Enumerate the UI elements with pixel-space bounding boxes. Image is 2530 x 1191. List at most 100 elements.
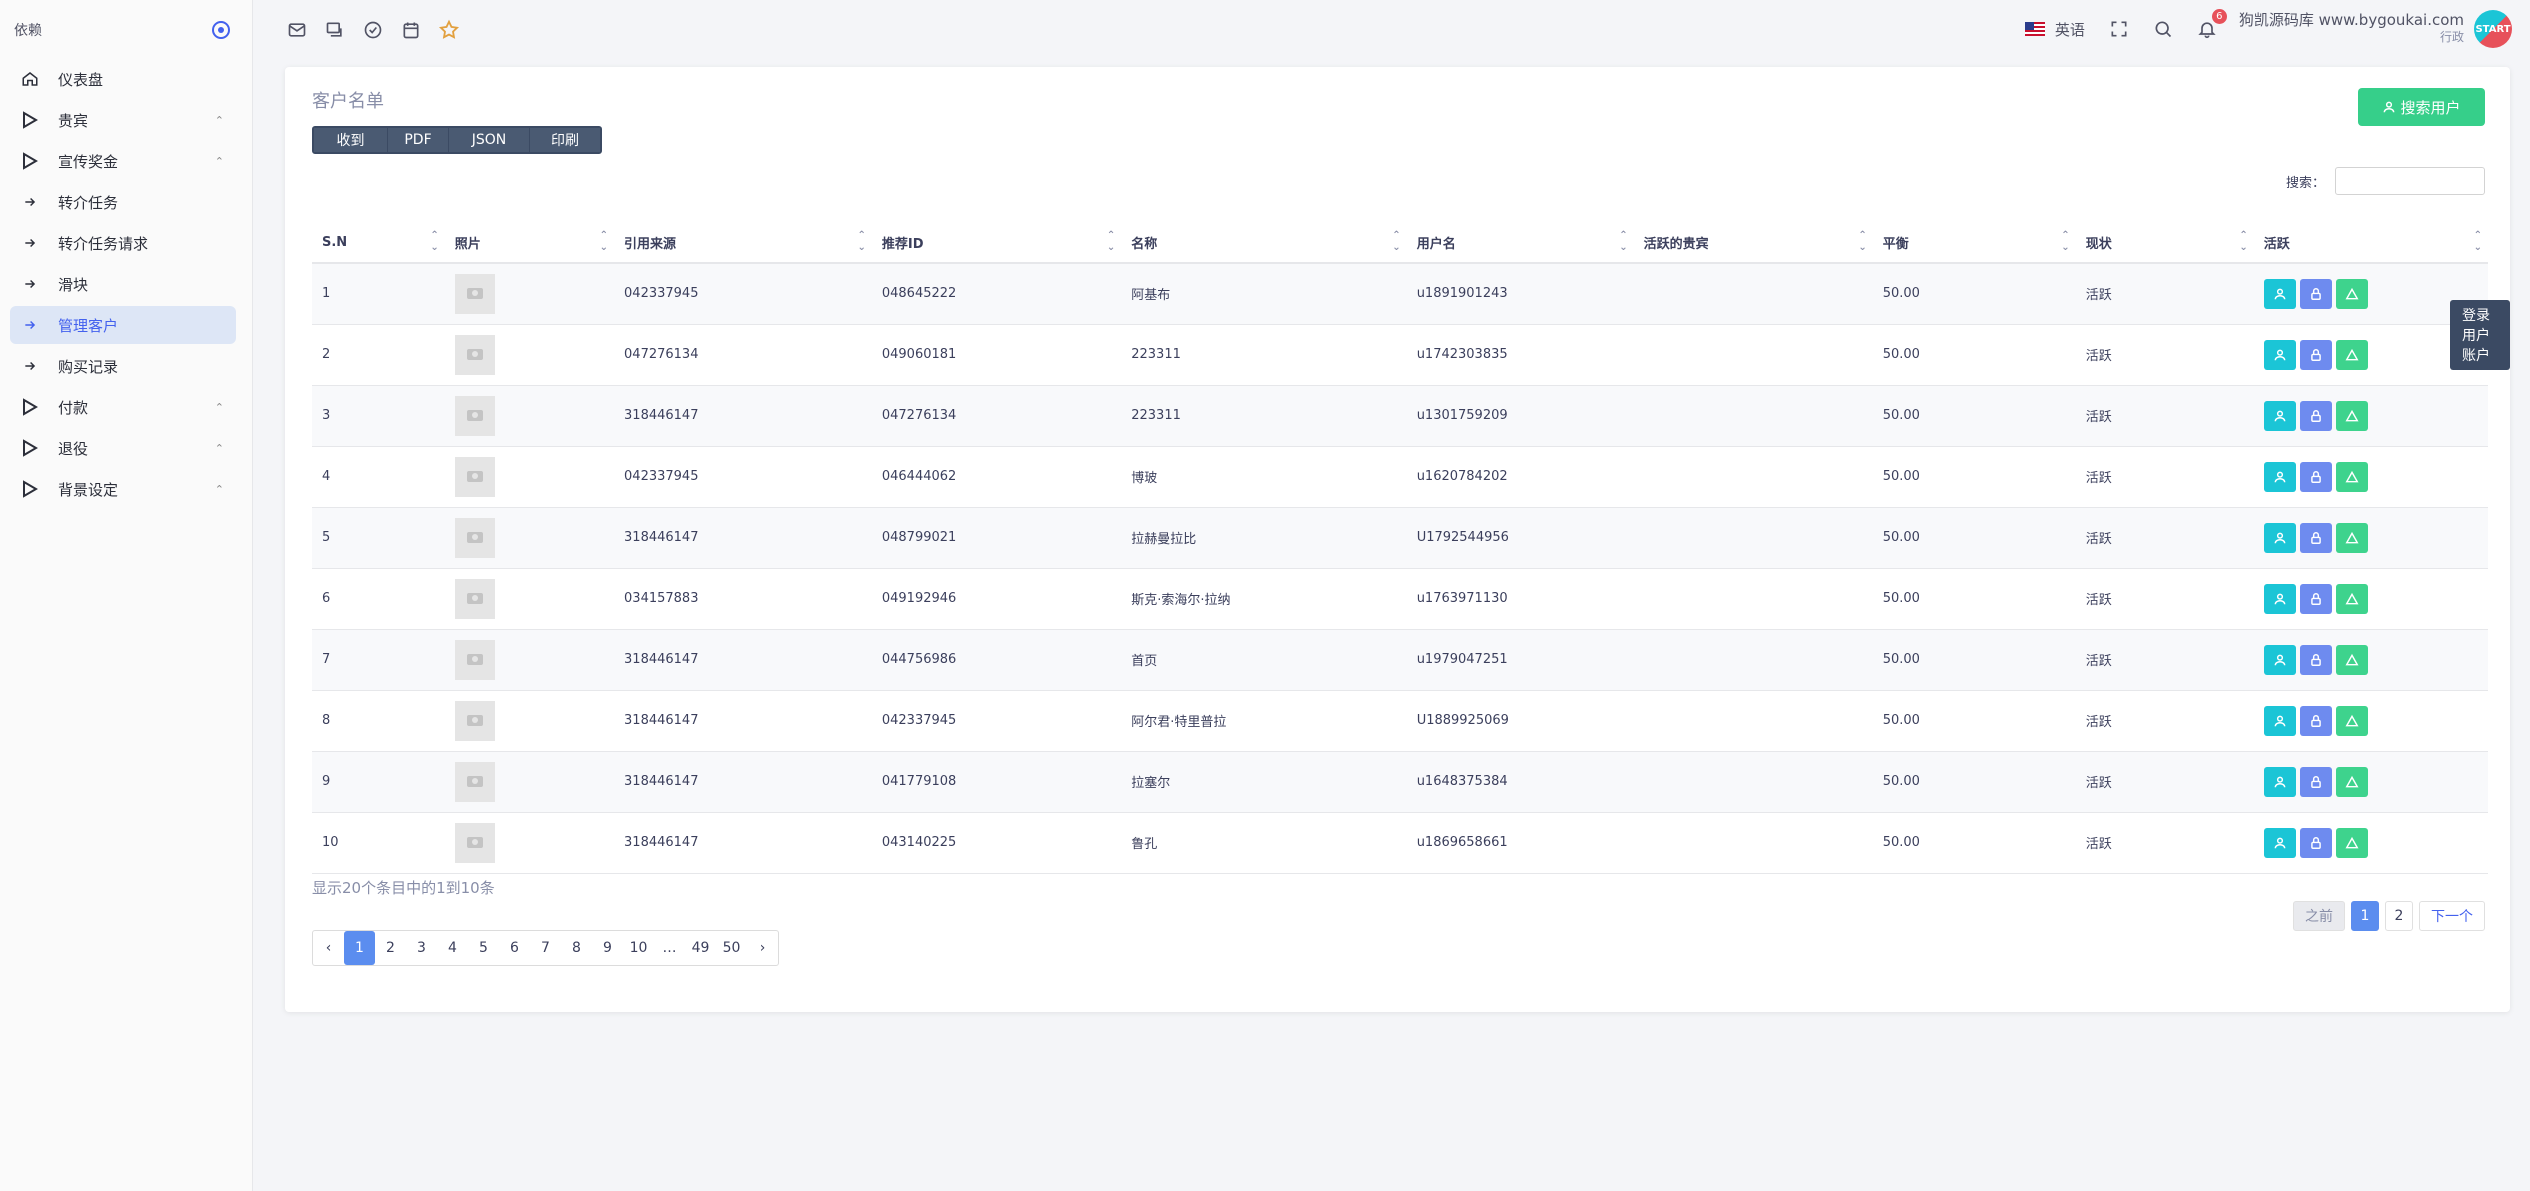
- table-cell: 318446147: [624, 408, 699, 423]
- column-header[interactable]: 平衡 ⌃ ⌄: [1872, 222, 2076, 264]
- edit-user-button[interactable]: [2335, 339, 2368, 370]
- sidebar-item-11[interactable]: 背景设定 ⌃: [10, 470, 236, 508]
- sidebar-item-4[interactable]: 转介任务: [10, 183, 236, 221]
- export-button-2[interactable]: PDF: [388, 128, 449, 152]
- star-icon[interactable]: [437, 18, 461, 42]
- edit-user-button[interactable]: [2335, 644, 2368, 675]
- edit-user-button[interactable]: [2335, 827, 2368, 858]
- sidebar-item-2[interactable]: 贵宾 ⌃: [10, 101, 236, 139]
- pager-page-button[interactable]: 10: [623, 931, 654, 965]
- topbar-shortcuts: [285, 18, 461, 42]
- export-button-3[interactable]: JSON: [449, 128, 530, 152]
- lock-user-button[interactable]: [2299, 400, 2332, 431]
- edit-user-button[interactable]: [2335, 461, 2368, 492]
- column-header[interactable]: 照片 ⌃ ⌄: [444, 222, 615, 264]
- edit-user-button[interactable]: [2335, 583, 2368, 614]
- avatar[interactable]: START: [2474, 10, 2512, 48]
- lock-user-button[interactable]: [2299, 339, 2332, 370]
- column-header[interactable]: 引用来源 ⌃ ⌄: [614, 222, 872, 264]
- lock-user-button[interactable]: [2299, 278, 2332, 309]
- search-user-button[interactable]: 搜索用户: [2358, 88, 2485, 126]
- table-cell: 318446147: [624, 713, 699, 728]
- chat-icon[interactable]: [323, 18, 347, 42]
- table-cell: 9: [322, 774, 331, 789]
- login-user-button[interactable]: [2263, 339, 2296, 370]
- pager-prev-button[interactable]: ‹: [313, 931, 344, 965]
- column-header[interactable]: 推荐ID ⌃ ⌄: [871, 222, 1122, 264]
- column-header[interactable]: S.N ⌃ ⌄: [312, 222, 445, 264]
- sidebar-item-7[interactable]: 管理客户: [10, 306, 236, 344]
- sidebar-item-1[interactable]: 仪表盘: [10, 60, 236, 98]
- language-selector[interactable]: 英语: [2024, 19, 2085, 40]
- login-user-button[interactable]: [2263, 705, 2296, 736]
- previous-button[interactable]: 之前: [2293, 901, 2345, 931]
- pager-page-button[interactable]: 7: [530, 931, 561, 965]
- sidebar-toggle-icon[interactable]: [212, 21, 230, 39]
- column-header[interactable]: 活跃的贵宾 ⌃ ⌄: [1633, 222, 1873, 264]
- page-button[interactable]: 2: [2385, 901, 2413, 931]
- pager-page-button[interactable]: 3: [406, 931, 437, 965]
- pager-page-button[interactable]: 5: [468, 931, 499, 965]
- edit-user-button[interactable]: [2335, 522, 2368, 553]
- calendar-icon[interactable]: [399, 18, 423, 42]
- login-user-button[interactable]: [2263, 522, 2296, 553]
- table-cell: [2254, 507, 2488, 568]
- pager-page-button[interactable]: 9: [592, 931, 623, 965]
- edit-user-button[interactable]: [2335, 278, 2368, 309]
- lock-user-button[interactable]: [2299, 583, 2332, 614]
- pager-page-button[interactable]: 8: [561, 931, 592, 965]
- column-header-label: 平衡: [1882, 236, 1909, 252]
- sidebar-item-10[interactable]: 退役 ⌃: [10, 429, 236, 467]
- sidebar-item-3[interactable]: 宣传奖金 ⌃: [10, 142, 236, 180]
- photo-placeholder: [454, 700, 495, 741]
- fullscreen-icon[interactable]: [2107, 17, 2131, 41]
- lock-user-button[interactable]: [2299, 766, 2332, 797]
- export-button-1[interactable]: 收到: [314, 128, 388, 152]
- edit-user-button[interactable]: [2335, 705, 2368, 736]
- column-header[interactable]: 现状 ⌃ ⌄: [2075, 222, 2254, 264]
- table-cell: 博玻: [1131, 471, 1158, 486]
- table-cell: 047276134: [624, 347, 699, 362]
- table-body: 1 042337945 048645222 阿基布 u1891901243 50.00 活跃…: [312, 263, 2488, 873]
- search-icon[interactable]: [2151, 17, 2175, 41]
- user-info[interactable]: 狗凯源码库 www.bygoukai.com 行政: [2239, 12, 2464, 46]
- edit-user-button[interactable]: [2335, 400, 2368, 431]
- pager-page-button[interactable]: 4: [437, 931, 468, 965]
- search-input[interactable]: [2335, 167, 2485, 195]
- login-user-button[interactable]: [2263, 644, 2296, 675]
- pager-page-button[interactable]: 1: [344, 931, 375, 965]
- column-header[interactable]: 名称 ⌃ ⌄: [1121, 222, 1407, 264]
- lock-user-button[interactable]: [2299, 827, 2332, 858]
- pager-page-button[interactable]: 6: [499, 931, 530, 965]
- pager-page-button[interactable]: 49: [685, 931, 716, 965]
- sidebar-item-label: 转介任务: [58, 193, 119, 212]
- check-circle-icon[interactable]: [361, 18, 385, 42]
- sidebar-item-9[interactable]: 付款 ⌃: [10, 388, 236, 426]
- pager-page-button[interactable]: 50: [716, 931, 747, 965]
- lock-user-button[interactable]: [2299, 522, 2332, 553]
- login-user-button[interactable]: [2263, 400, 2296, 431]
- sidebar-item-5[interactable]: 转介任务请求: [10, 224, 236, 262]
- bell-icon[interactable]: 6: [2195, 9, 2227, 41]
- login-user-button[interactable]: [2263, 827, 2296, 858]
- pager-page-button[interactable]: 2: [375, 931, 406, 965]
- sidebar-item-8[interactable]: 购买记录: [10, 347, 236, 385]
- sidebar-item-6[interactable]: 滑块: [10, 265, 236, 303]
- login-user-button[interactable]: [2263, 583, 2296, 614]
- lock-user-button[interactable]: [2299, 705, 2332, 736]
- next-button[interactable]: 下一个: [2419, 901, 2485, 931]
- export-button-4[interactable]: 印刷: [530, 128, 600, 152]
- pager-next-button[interactable]: ›: [747, 931, 778, 965]
- page-button[interactable]: 1: [2351, 901, 2379, 931]
- column-header[interactable]: 活跃 ⌃ ⌄: [2253, 222, 2488, 264]
- sidebar-header: 依赖: [0, 0, 252, 60]
- column-header[interactable]: 用户名 ⌃ ⌄: [1406, 222, 1634, 264]
- mail-icon[interactable]: [285, 18, 309, 42]
- lock-user-button[interactable]: [2299, 461, 2332, 492]
- edit-user-button[interactable]: [2335, 766, 2368, 797]
- login-user-button[interactable]: [2263, 278, 2296, 309]
- login-user-button[interactable]: [2263, 461, 2296, 492]
- login-user-button[interactable]: [2263, 766, 2296, 797]
- table-cell: 首页: [1131, 654, 1158, 669]
- lock-user-button[interactable]: [2299, 644, 2332, 675]
